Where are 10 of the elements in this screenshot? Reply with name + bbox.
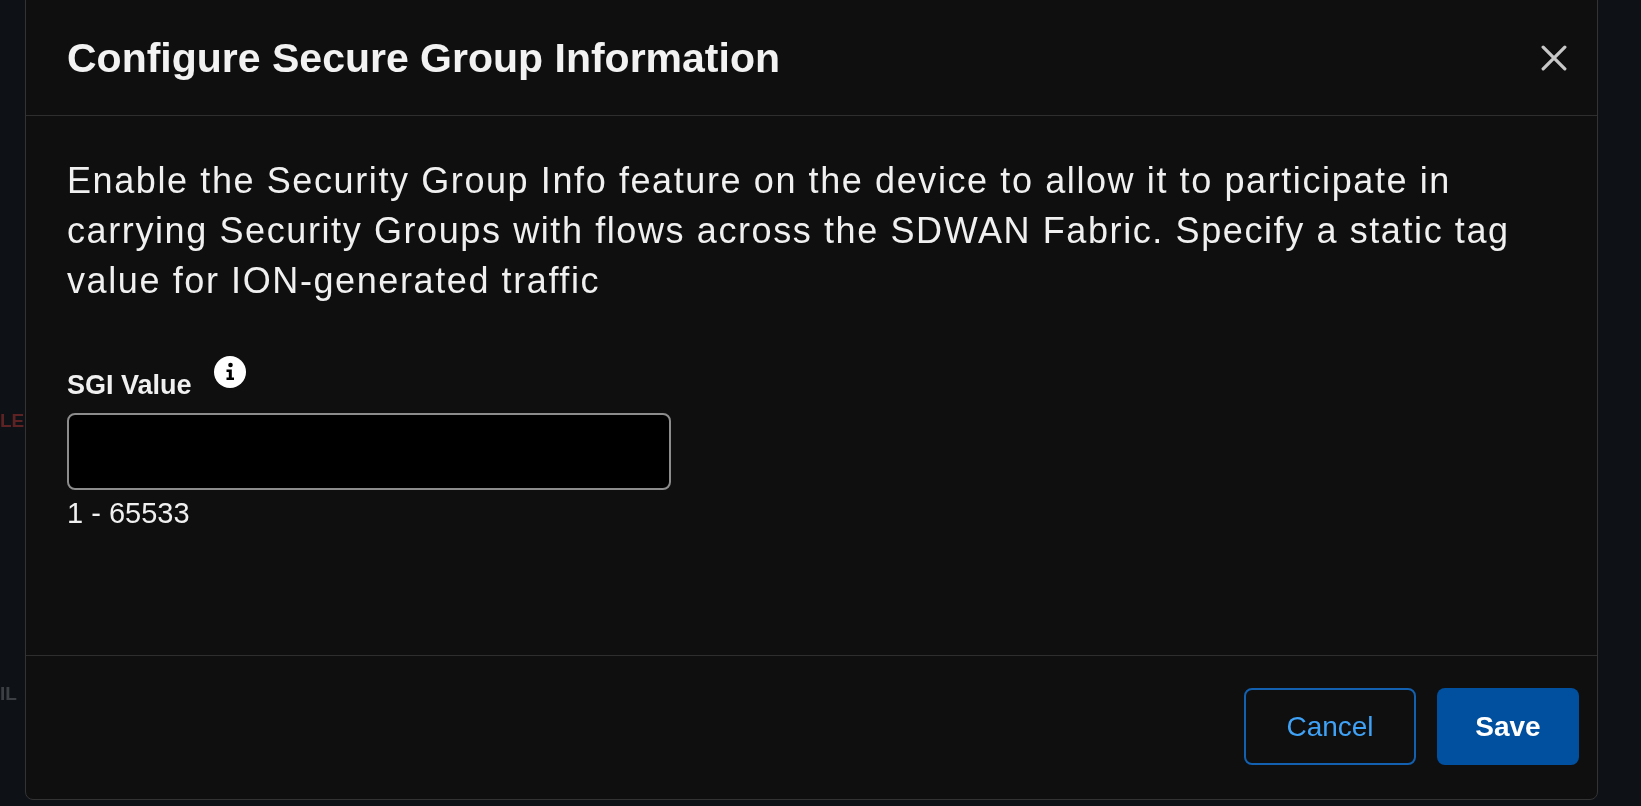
- field-label: SGI Value: [67, 370, 192, 401]
- close-icon[interactable]: [1541, 45, 1567, 71]
- description-text: Enable the Security Group Info feature on the device to allow it to participate in carrying Security Groups with flows across the SDWAN Fabric. Specify a static tag value for ION-generated traffic: [67, 159, 1511, 303]
- sgi-value-input[interactable]: [67, 413, 671, 490]
- field-hint: 1 - 65533: [67, 496, 190, 530]
- save-button[interactable]: Save: [1437, 688, 1579, 765]
- background-text: LE: [0, 410, 25, 432]
- info-icon[interactable]: [213, 356, 246, 388]
- cancel-button[interactable]: Cancel: [1244, 688, 1416, 765]
- dialog-title: Configure Secure Group Information: [67, 34, 780, 82]
